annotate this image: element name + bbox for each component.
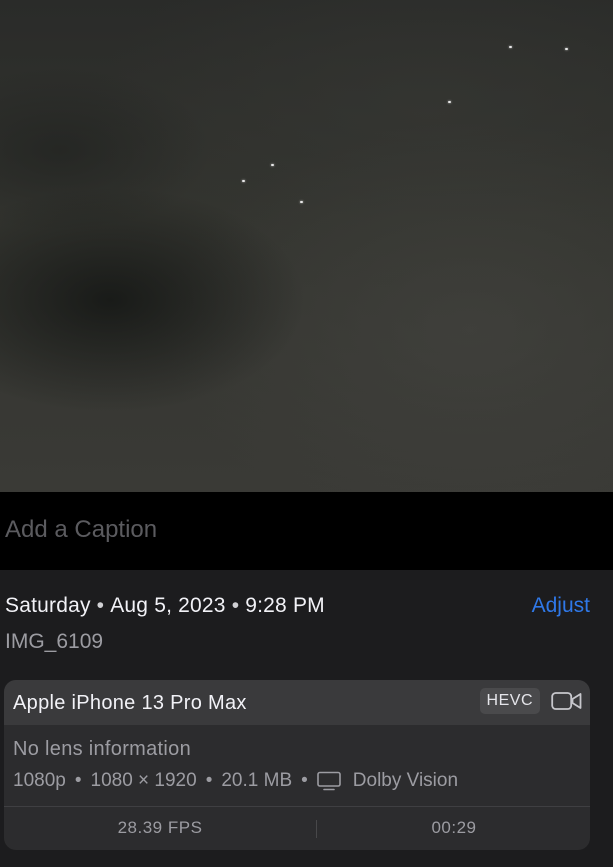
caption-input[interactable]	[5, 510, 595, 550]
spec-separator: •	[74, 770, 82, 791]
caption-bar	[0, 492, 613, 570]
spec-separator: •	[301, 770, 308, 791]
display-icon	[316, 771, 341, 791]
capture-day: Saturday	[5, 594, 91, 617]
resolution: 1080p	[13, 770, 66, 791]
star-point	[300, 201, 303, 203]
star-point	[242, 180, 245, 182]
time-separator: •	[231, 594, 240, 617]
exif-card: Apple iPhone 13 Pro Max HEVC No lens inf…	[4, 680, 590, 850]
star-point	[448, 101, 451, 103]
photo-preview[interactable]	[0, 0, 613, 492]
footer-divider	[316, 820, 317, 838]
frame-rate: 28.39 FPS	[117, 818, 203, 837]
video-specs: 1080p • 1080 × 1920 • 20.1 MB • Dolby Vi…	[13, 770, 458, 792]
spec-separator: •	[205, 770, 213, 791]
adjust-button[interactable]: Adjust	[532, 594, 590, 618]
hdr-format: Dolby Vision	[352, 770, 459, 791]
device-name: Apple iPhone 13 Pro Max	[13, 692, 247, 714]
codec-badge: HEVC	[479, 688, 540, 714]
exif-card-header: Apple iPhone 13 Pro Max HEVC	[4, 680, 590, 725]
info-panel: Saturday • Aug 5, 2023 • 9:28 PM Adjust IMG_…	[0, 570, 613, 867]
date-separator: •	[96, 594, 105, 617]
dimensions: 1080 × 1920	[90, 770, 197, 791]
star-point	[565, 48, 568, 50]
star-point	[271, 164, 274, 166]
capture-time: 9:28 PM	[245, 594, 325, 617]
capture-date-line: Saturday • Aug 5, 2023 • 9:28 PM	[5, 594, 325, 618]
file-size: 20.1 MB	[221, 770, 293, 791]
lens-info: No lens information	[13, 738, 192, 760]
video-camera-icon	[551, 692, 582, 710]
video-duration: 00:29	[431, 818, 477, 837]
star-point	[509, 46, 512, 48]
file-name: IMG_6109	[5, 630, 104, 653]
capture-date: Aug 5, 2023	[110, 594, 226, 617]
